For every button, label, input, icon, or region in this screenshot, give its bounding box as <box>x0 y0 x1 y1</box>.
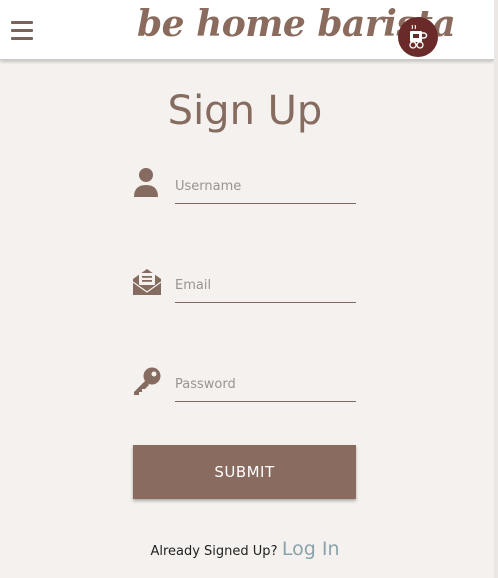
envelope-open-icon <box>132 266 162 296</box>
submit-button[interactable]: SUBMIT <box>133 445 356 499</box>
email-field[interactable] <box>175 269 356 303</box>
page-title: Sign Up <box>167 88 323 134</box>
hamburger-menu-icon[interactable] <box>11 21 33 40</box>
login-link[interactable]: Log In <box>282 538 340 560</box>
coffee-logo-icon[interactable] <box>398 17 438 57</box>
user-icon <box>132 166 162 197</box>
already-signed-up-text: Already Signed Up? <box>150 544 278 559</box>
scrollbar-track[interactable] <box>494 0 498 578</box>
username-field[interactable] <box>175 170 356 204</box>
key-icon <box>132 366 162 396</box>
top-navbar: be home barista <box>0 0 494 60</box>
login-prompt-row: Already Signed Up? Log In <box>0 538 490 560</box>
password-field[interactable] <box>175 368 356 402</box>
